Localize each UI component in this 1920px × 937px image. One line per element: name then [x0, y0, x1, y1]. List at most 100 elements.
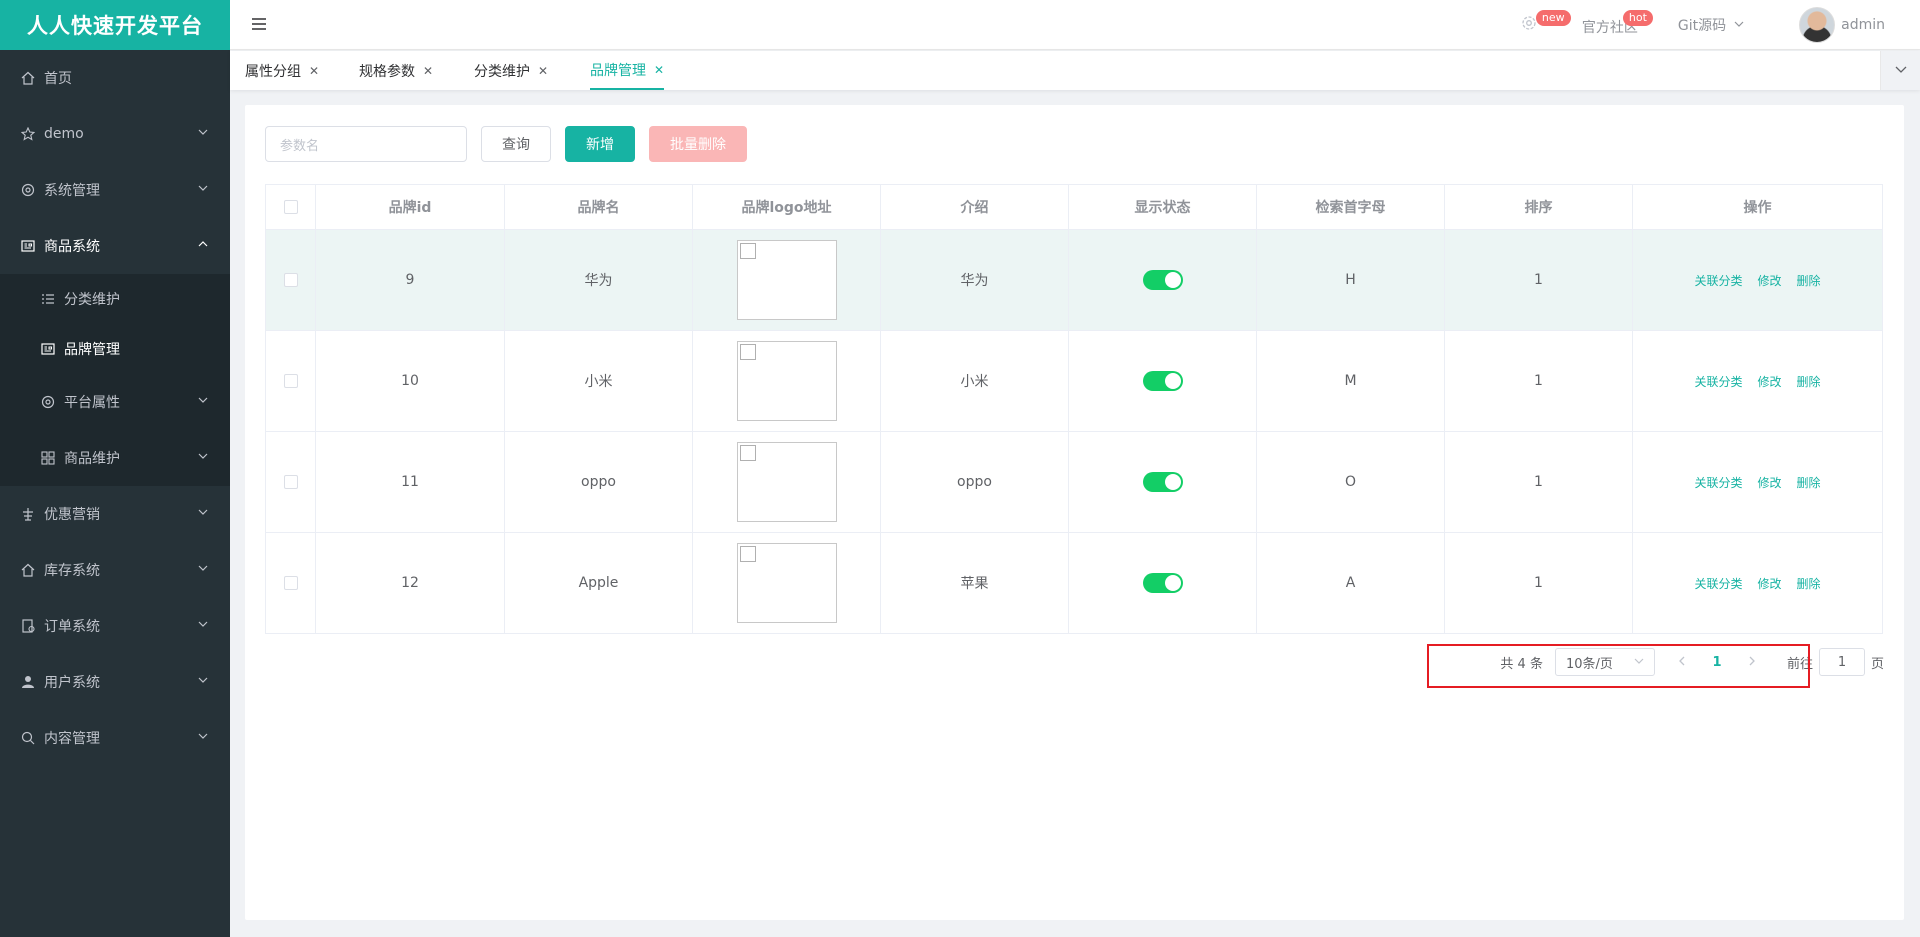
highlight-box [1427, 644, 1810, 688]
cell-logo [693, 230, 881, 330]
cell-id: 9 [316, 230, 505, 330]
hamburger-icon[interactable] [250, 15, 270, 35]
tab-label: 规格参数 [359, 63, 415, 80]
row-select [266, 432, 316, 532]
sidebar-item-brand[interactable]: 品牌管理 [0, 324, 230, 374]
tab-category[interactable]: 分类维护 ✕ [474, 51, 548, 90]
git-dropdown[interactable]: Git源码 [1663, 0, 1784, 50]
chevron-down-icon [198, 675, 208, 685]
goto-page-input[interactable]: 1 [1818, 648, 1865, 676]
cell-name: oppo [505, 432, 693, 532]
sidebar-item-home[interactable]: 首页 [0, 50, 230, 106]
sidebar-item-label: 用户系统 [44, 675, 100, 691]
table-row: 11 oppo oppo O 1 关联分类 修改 删除 [266, 432, 1883, 533]
delete-link[interactable]: 删除 [1797, 474, 1821, 491]
tab-attr-group[interactable]: 属性分组 ✕ [245, 51, 319, 90]
sidebar-item-order[interactable]: 订单系统 [0, 598, 230, 654]
sidebar-item-ware[interactable]: 库存系统 [0, 542, 230, 598]
sidebar-item-demo[interactable]: demo [0, 106, 230, 162]
cell-name: 华为 [505, 230, 693, 330]
sidebar-item-label: 系统管理 [44, 183, 100, 199]
tab-label: 属性分组 [245, 63, 301, 80]
cell-show-status [1069, 533, 1257, 633]
edit-link[interactable]: 修改 [1757, 373, 1781, 390]
row-checkbox[interactable] [283, 576, 298, 590]
broken-image-icon [739, 445, 756, 461]
sidebar-item-label: 平台属性 [64, 395, 120, 411]
cell-first-letter: M [1257, 331, 1445, 431]
show-status-switch[interactable] [1142, 573, 1183, 593]
row-checkbox[interactable] [283, 475, 298, 489]
close-icon[interactable]: ✕ [538, 64, 548, 78]
gear-icon [20, 182, 36, 198]
header-cell: 品牌名 [505, 185, 693, 229]
cell-show-status [1069, 331, 1257, 431]
chevron-down-icon [198, 183, 208, 193]
chevron-down-icon [198, 451, 208, 461]
relate-category-link[interactable]: 关联分类 [1694, 272, 1742, 289]
chevron-down-icon [198, 619, 208, 629]
sidebar-item-member[interactable]: 用户系统 [0, 654, 230, 710]
row-checkbox[interactable] [283, 273, 298, 287]
tabs-menu-button[interactable] [1880, 51, 1920, 90]
sidebar-item-product[interactable]: 商品系统 [0, 218, 230, 274]
cell-name: 小米 [505, 331, 693, 431]
sidebar-item-system[interactable]: 系统管理 [0, 162, 230, 218]
relate-category-link[interactable]: 关联分类 [1694, 373, 1742, 390]
settings-button[interactable]: new [1506, 0, 1571, 50]
sidebar-item-coupon[interactable]: 优惠营销 [0, 486, 230, 542]
grid-icon [40, 450, 56, 466]
edit-link[interactable]: 修改 [1757, 474, 1781, 491]
add-button[interactable]: 新增 [565, 126, 635, 162]
cell-show-status [1069, 432, 1257, 532]
relate-category-link[interactable]: 关联分类 [1694, 474, 1742, 491]
header-cell: 品牌logo地址 [693, 185, 881, 229]
row-checkbox[interactable] [283, 374, 298, 388]
cell-desc: oppo [881, 432, 1069, 532]
sidebar-item-label: demo [44, 126, 84, 142]
sidebar-item-attr[interactable]: 平台属性 [0, 374, 230, 430]
edit-link[interactable]: 修改 [1757, 272, 1781, 289]
chevron-down-icon [198, 507, 208, 517]
tab-spec-param[interactable]: 规格参数 ✕ [359, 51, 433, 90]
close-icon[interactable]: ✕ [309, 64, 319, 78]
relate-category-link[interactable]: 关联分类 [1694, 575, 1742, 592]
brand-table: 品牌id 品牌名 品牌logo地址 介绍 显示状态 检索首字母 排序 操作 9 … [265, 184, 1883, 634]
query-button[interactable]: 查询 [481, 126, 551, 162]
table-header: 品牌id 品牌名 品牌logo地址 介绍 显示状态 检索首字母 排序 操作 [266, 185, 1883, 230]
select-all-checkbox[interactable] [283, 200, 298, 214]
navbar-right: new 官方社区 hot Git源码 admin [1506, 0, 1920, 50]
show-status-switch[interactable] [1142, 371, 1183, 391]
git-label: Git源码 [1677, 18, 1727, 34]
close-icon[interactable]: ✕ [423, 64, 433, 78]
sidebar-item-content[interactable]: 内容管理 [0, 710, 230, 766]
gear-icon [1521, 15, 1537, 35]
delete-link[interactable]: 删除 [1797, 575, 1821, 592]
search-input[interactable]: 参数名 [265, 126, 467, 162]
sidebar-item-category[interactable]: 分类维护 [0, 274, 230, 324]
chevron-down-icon [1734, 17, 1744, 33]
chevron-down-icon [198, 731, 208, 741]
star-icon [20, 126, 36, 142]
close-icon[interactable]: ✕ [654, 63, 664, 77]
cell-id: 11 [316, 432, 505, 532]
toolbar: 参数名 查询 新增 批量删除 [265, 126, 747, 162]
delete-link[interactable]: 删除 [1797, 272, 1821, 289]
sidebar-item-spu[interactable]: 商品维护 [0, 430, 230, 486]
sidebar-item-label: 内容管理 [44, 731, 100, 747]
logo-image [736, 341, 837, 421]
header-cell: 显示状态 [1069, 185, 1257, 229]
cell-first-letter: A [1257, 533, 1445, 633]
show-status-switch[interactable] [1142, 270, 1183, 290]
user-menu[interactable]: admin [1784, 0, 1920, 50]
cell-logo [693, 432, 881, 532]
tab-brand[interactable]: 品牌管理 ✕ [590, 51, 665, 90]
community-link[interactable]: 官方社区 hot [1567, 0, 1663, 50]
sidebar-item-label: 优惠营销 [44, 507, 100, 523]
cell-sort: 1 [1445, 432, 1633, 532]
edit-link[interactable]: 修改 [1757, 575, 1781, 592]
cell-logo [693, 533, 881, 633]
batch-delete-button: 批量删除 [649, 126, 747, 162]
delete-link[interactable]: 删除 [1797, 373, 1821, 390]
show-status-switch[interactable] [1142, 472, 1183, 492]
